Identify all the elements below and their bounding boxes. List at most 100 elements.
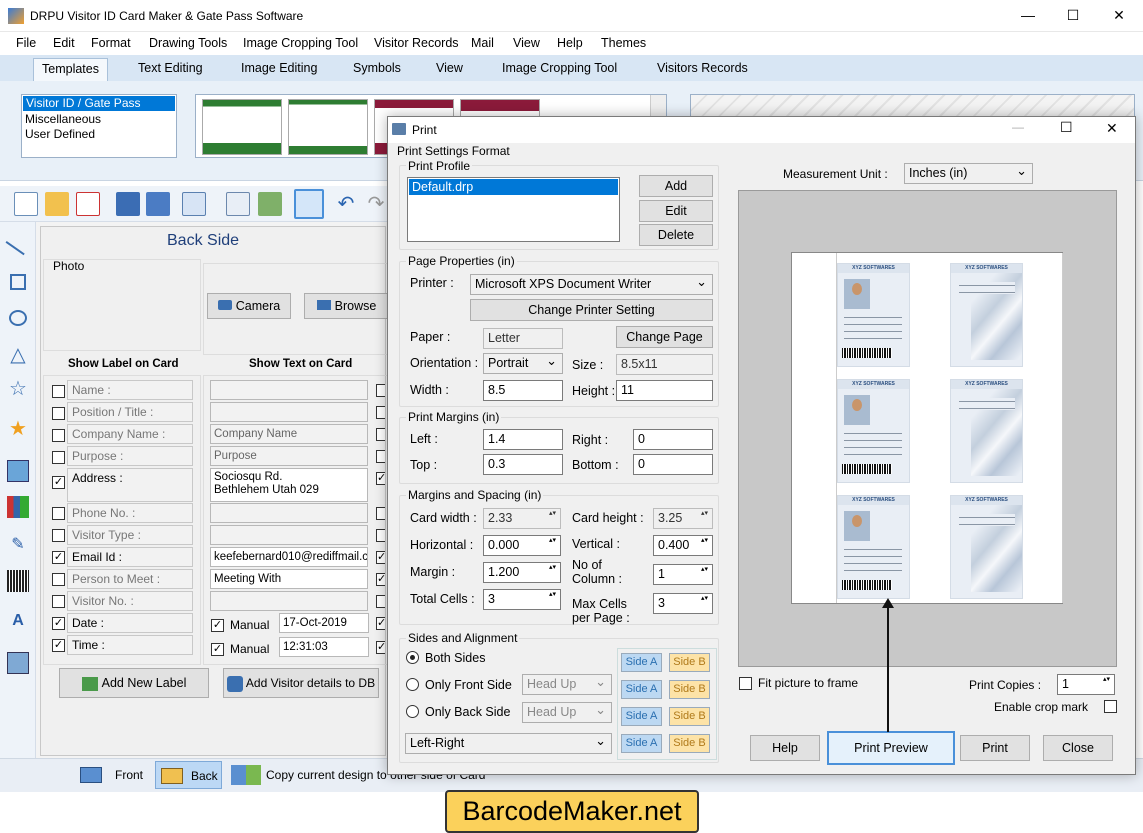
enable-crop-checkbox[interactable] bbox=[1104, 700, 1117, 713]
top-margin-field[interactable]: 0.3 bbox=[483, 454, 563, 475]
list-item[interactable]: Visitor ID / Gate Pass bbox=[23, 96, 175, 111]
size-field[interactable]: 8.5x11 bbox=[616, 354, 713, 375]
list-item[interactable]: User Defined bbox=[22, 127, 176, 142]
checkbox-time-manual[interactable]: ✓ bbox=[211, 643, 224, 656]
dialog-close-icon[interactable]: ✕ bbox=[1106, 120, 1118, 137]
orientation-select[interactable]: Portrait bbox=[483, 351, 563, 374]
left-margin-field[interactable]: 1.4 bbox=[483, 429, 563, 450]
text-visitor-type[interactable] bbox=[210, 525, 368, 545]
text-phone[interactable] bbox=[210, 503, 368, 523]
close-button[interactable]: Close bbox=[1043, 735, 1113, 761]
tab-visitors-records[interactable]: Visitors Records bbox=[657, 61, 748, 75]
card-width-field[interactable]: 2.33 bbox=[483, 508, 561, 529]
checkbox-email[interactable]: ✓ bbox=[52, 551, 65, 564]
edit-profile-button[interactable]: Edit bbox=[639, 200, 713, 222]
time-field[interactable]: 12:31:03 bbox=[279, 637, 369, 657]
minimize-icon[interactable]: — bbox=[1005, 0, 1051, 30]
text-visitor-no[interactable] bbox=[210, 591, 368, 611]
label-date[interactable]: Date : bbox=[67, 613, 193, 633]
tab-view[interactable]: View bbox=[436, 61, 463, 75]
label-purpose[interactable]: Purpose : bbox=[67, 446, 193, 466]
checkbox-purpose-text[interactable] bbox=[376, 450, 385, 463]
star-tool-icon[interactable]: ☆ bbox=[7, 378, 29, 400]
right-margin-field[interactable]: 0 bbox=[633, 429, 713, 450]
menu-image-cropping[interactable]: Image Cropping Tool bbox=[243, 36, 358, 50]
text-person-to-meet[interactable]: Meeting With bbox=[210, 569, 368, 589]
print-copies-field[interactable]: 1 bbox=[1057, 674, 1115, 695]
checkbox-visitor-type[interactable] bbox=[52, 529, 65, 542]
text-company[interactable]: Company Name bbox=[210, 424, 368, 444]
change-printer-button[interactable]: Change Printer Setting bbox=[470, 299, 713, 321]
checkbox-company-text[interactable] bbox=[376, 428, 385, 441]
checkbox-date-manual[interactable]: ✓ bbox=[211, 619, 224, 632]
tab-image-editing[interactable]: Image Editing bbox=[241, 61, 317, 75]
label-visitor-type[interactable]: Visitor Type : bbox=[67, 525, 193, 545]
triangle-tool-icon[interactable]: △ bbox=[7, 344, 29, 366]
checkbox-date-text[interactable]: ✓ bbox=[376, 617, 386, 630]
checkbox-name[interactable] bbox=[52, 385, 65, 398]
back-only-radio[interactable] bbox=[406, 705, 419, 718]
text-position[interactable] bbox=[210, 402, 368, 422]
text-purpose[interactable]: Purpose bbox=[210, 446, 368, 466]
checkbox-time-text[interactable]: ✓ bbox=[376, 641, 386, 654]
add-visitor-db-button[interactable]: Add Visitor details to DB bbox=[223, 668, 379, 698]
label-name[interactable]: Name : bbox=[67, 380, 193, 400]
ellipse-tool-icon[interactable] bbox=[9, 310, 27, 326]
menu-file[interactable]: File bbox=[16, 36, 36, 50]
tab-templates[interactable]: Templates bbox=[33, 58, 108, 82]
bottom-margin-field[interactable]: 0 bbox=[633, 454, 713, 475]
printer-select[interactable]: Microsoft XPS Document Writer bbox=[470, 272, 713, 295]
print-preview-button[interactable]: Print Preview bbox=[827, 731, 955, 765]
horizontal-field[interactable]: 0.000 bbox=[483, 535, 561, 556]
menu-format[interactable]: Format bbox=[91, 36, 131, 50]
menu-themes[interactable]: Themes bbox=[601, 36, 646, 50]
picture-tool-icon[interactable] bbox=[7, 460, 29, 482]
dialog-maximize-icon[interactable]: ☐ bbox=[1060, 119, 1073, 136]
maximize-icon[interactable]: ☐ bbox=[1050, 0, 1096, 30]
back-tab[interactable]: Back bbox=[155, 761, 222, 789]
text-address[interactable]: Sociosqu Rd. Bethlehem Utah 029 bbox=[210, 468, 368, 502]
undo-icon[interactable]: ↶ bbox=[334, 192, 358, 216]
template-thumbnail[interactable] bbox=[288, 99, 368, 155]
checkbox-position-text[interactable] bbox=[376, 406, 385, 419]
menu-drawing-tools[interactable]: Drawing Tools bbox=[149, 36, 227, 50]
text-email[interactable]: keefebernard010@rediffmail.com bbox=[210, 547, 368, 567]
menu-visitor-records[interactable]: Visitor Records bbox=[374, 36, 459, 50]
paper-field[interactable]: Letter bbox=[483, 328, 563, 349]
checkbox-purpose[interactable] bbox=[52, 451, 65, 464]
text-tool-icon[interactable]: A bbox=[7, 610, 29, 632]
label-company[interactable]: Company Name : bbox=[67, 424, 193, 444]
label-email[interactable]: Email Id : bbox=[67, 547, 193, 567]
card-height-field[interactable]: 3.25 bbox=[653, 508, 713, 529]
add-new-label-button[interactable]: Add New Label bbox=[59, 668, 209, 698]
front-head-up-select[interactable]: Head Up bbox=[522, 672, 612, 695]
line-tool-icon[interactable] bbox=[5, 232, 31, 256]
list-item[interactable]: Default.drp bbox=[409, 179, 618, 195]
checkbox-company[interactable] bbox=[52, 429, 65, 442]
change-page-button[interactable]: Change Page bbox=[616, 326, 713, 348]
menu-view[interactable]: View bbox=[513, 36, 540, 50]
barcode-tool-icon[interactable] bbox=[7, 570, 29, 592]
help-button[interactable]: Help bbox=[750, 735, 820, 761]
browse-button[interactable]: Browse bbox=[304, 293, 388, 319]
fit-picture-checkbox[interactable] bbox=[739, 677, 752, 690]
max-cells-field[interactable]: 3 bbox=[653, 593, 713, 614]
save-as-icon[interactable] bbox=[146, 192, 170, 216]
template-category-list[interactable]: Visitor ID / Gate Pass Miscellaneous Use… bbox=[21, 94, 177, 158]
label-time[interactable]: Time : bbox=[67, 635, 193, 655]
delete-profile-button[interactable]: Delete bbox=[639, 224, 713, 246]
height-field[interactable]: 11 bbox=[616, 380, 713, 401]
watermark-tool-icon[interactable] bbox=[7, 652, 29, 674]
signature-tool-icon[interactable]: ✎ bbox=[7, 534, 29, 556]
open-folder-icon[interactable] bbox=[45, 192, 69, 216]
checkbox-phone[interactable] bbox=[52, 507, 65, 520]
vertical-field[interactable]: 0.400 bbox=[653, 535, 713, 556]
alignment-select[interactable]: Left-Right bbox=[405, 731, 612, 754]
camera-button[interactable]: Camera bbox=[207, 293, 291, 319]
list-item[interactable]: Miscellaneous bbox=[22, 112, 176, 127]
menu-edit[interactable]: Edit bbox=[53, 36, 75, 50]
checkbox-phone-text[interactable] bbox=[376, 507, 385, 520]
print-button[interactable]: Print bbox=[960, 735, 1030, 761]
front-only-radio[interactable] bbox=[406, 678, 419, 691]
checkbox-address[interactable]: ✓ bbox=[52, 476, 65, 489]
